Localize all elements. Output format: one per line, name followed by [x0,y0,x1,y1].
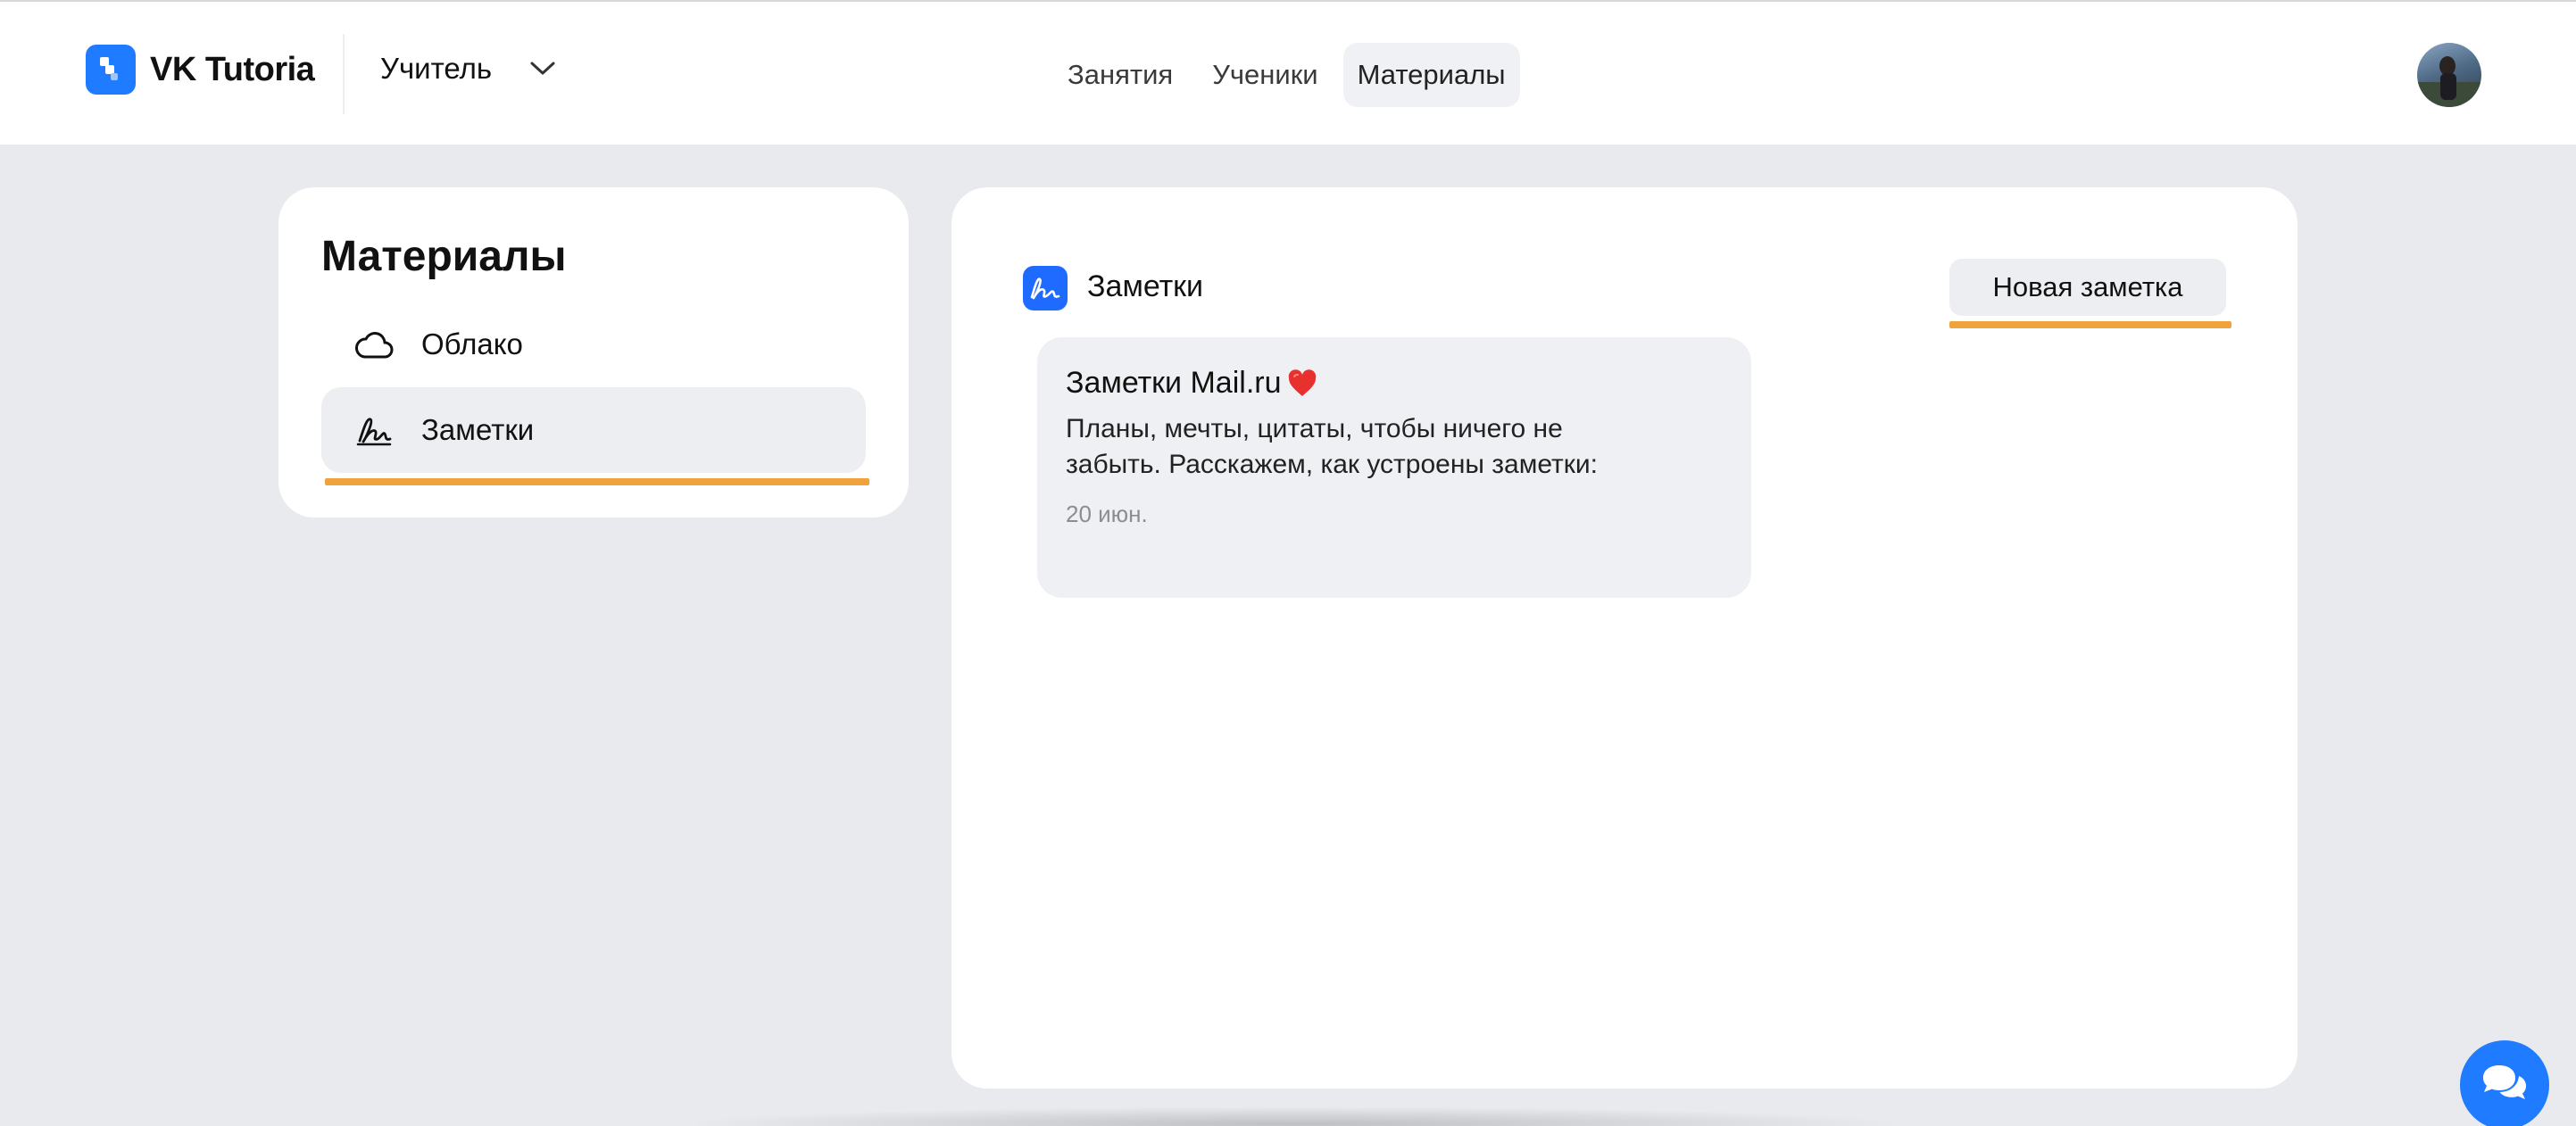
role-label: Учитель [380,52,493,85]
brand-name: VK Tutoria [150,50,315,88]
nav-item-materials[interactable]: Материалы [1342,43,1520,107]
sidebar-title: Материалы [321,233,567,280]
top-bar: VK Tutoria Учитель Занятия Ученики Матер… [0,0,2576,145]
notes-panel: Заметки Новая заметка Заметки Mail.ru Пл… [951,187,2298,1089]
chat-bubbles-icon [2480,1062,2530,1109]
heart-icon [1287,368,1317,398]
role-select[interactable]: Учитель [380,52,558,86]
header-divider [343,34,345,114]
sidebar-item-label: Облако [421,327,523,360]
brand-logo[interactable]: VK Tutoria [86,45,315,95]
chevron-down-icon [528,54,558,84]
note-preview: Планы, мечты, цитаты, чтобы ничего не за… [1066,414,1599,479]
main-nav: Занятия Ученики Материалы [1053,43,1531,107]
signature-icon [352,408,396,452]
new-note-underline [1949,321,2231,328]
active-item-underline [325,478,869,485]
notes-app-icon [1023,266,1068,310]
vk-tutoria-logo-icon [86,45,136,95]
cloud-icon [352,322,396,367]
nav-item-lessons[interactable]: Занятия [1053,43,1187,107]
materials-sidebar: Материалы Облако Заметки [278,187,909,517]
panel-title: Заметки [1087,269,1204,303]
sidebar-item-cloud[interactable]: Облако [321,302,866,387]
bottom-shadow [678,1106,1910,1126]
note-title: Заметки Mail.ru [1066,366,1282,400]
note-title-row: Заметки Mail.ru [1066,366,1723,401]
note-card[interactable]: Заметки Mail.ru Планы, мечты, цитаты, чт… [1037,337,1751,598]
support-chat-button[interactable] [2460,1040,2549,1126]
sidebar-item-label: Заметки [421,413,535,446]
nav-item-students[interactable]: Ученики [1198,43,1332,107]
sidebar-item-notes[interactable]: Заметки [321,387,866,473]
new-note-button[interactable]: Новая заметка [1949,259,2226,316]
user-avatar[interactable] [2417,43,2481,107]
note-date: 20 июн. [1066,501,1148,527]
